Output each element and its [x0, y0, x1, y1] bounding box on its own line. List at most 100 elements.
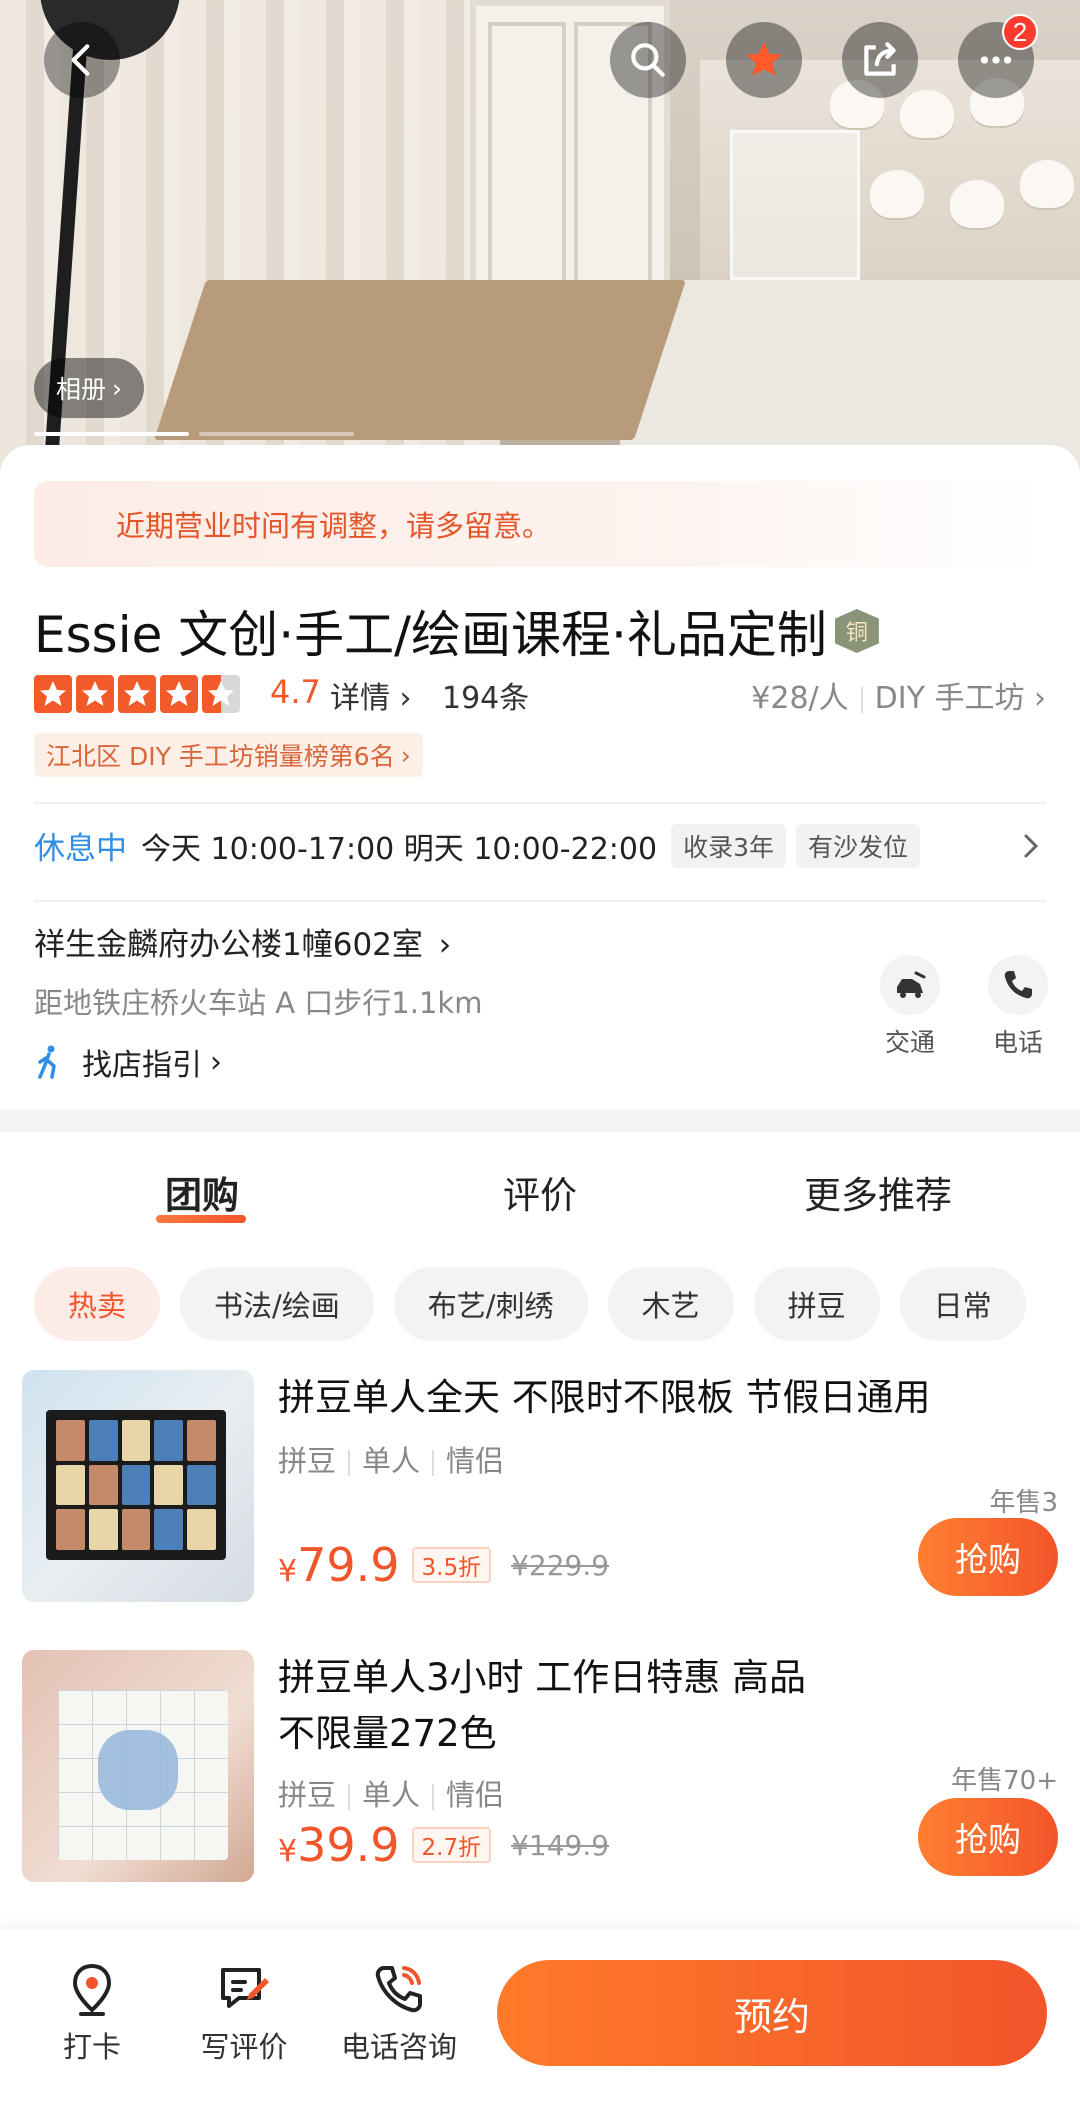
- chevron-right-icon[interactable]: [1016, 831, 1046, 861]
- transport-icon: [897, 971, 926, 998]
- deal-tag: 单人: [362, 1778, 421, 1812]
- divider: [432, 1450, 435, 1476]
- photo-plush: [1020, 160, 1074, 208]
- carousel-dot: [34, 432, 189, 436]
- photo-drawer: [730, 130, 860, 280]
- buy-button[interactable]: 抢购: [918, 1798, 1058, 1876]
- photo-plush: [870, 170, 924, 218]
- phone-icon: [375, 1966, 422, 2013]
- deal-title: 拼豆单人3小时 工作日特惠 高品不限量272色: [278, 1656, 807, 1755]
- location-pin-icon: [72, 1963, 112, 2016]
- category-chip-hot[interactable]: 热卖: [34, 1267, 161, 1341]
- notification-badge: 2: [1002, 14, 1038, 50]
- category-chips: 热卖 书法/绘画 布艺/刺绣 木艺 拼豆 日常: [34, 1267, 1080, 1343]
- tab-group-buy[interactable]: 团购: [140, 1165, 264, 1219]
- transport-label: 交通: [884, 1028, 935, 1057]
- transport-button[interactable]: [880, 955, 940, 1015]
- deal-tag: 情侣: [446, 1444, 505, 1478]
- chevron-right-icon: ›: [210, 1044, 222, 1080]
- back-button[interactable]: [44, 22, 120, 98]
- review-count[interactable]: 194条: [442, 673, 529, 717]
- write-review-label: 写评价: [200, 2030, 288, 2064]
- album-button[interactable]: 相册 ›: [34, 358, 145, 418]
- category-chip-bead[interactable]: 拼豆: [753, 1267, 880, 1341]
- category-chip-calligraphy[interactable]: 书法/绘画: [180, 1267, 374, 1341]
- phone-consult-label: 电话咨询: [340, 2030, 457, 2064]
- rating-star-icon: [34, 675, 72, 713]
- write-review-button[interactable]: 写评价: [184, 1960, 304, 2066]
- rating-detail-link[interactable]: 详情 ›: [330, 673, 412, 717]
- business-hours-row[interactable]: 休息中 今天 10:00-17:00 明天 10:00-22:00 收录3年 有…: [34, 823, 930, 868]
- divider: [34, 802, 1046, 804]
- bottom-action-bar: 打卡 写评价 电话咨询 预约: [0, 1930, 1080, 2119]
- carousel-indicator: [34, 432, 354, 436]
- chevron-right-icon: ›: [438, 927, 452, 963]
- annual-sales: 年售3: [989, 1488, 1058, 1518]
- chevron-right-icon: ›: [1034, 681, 1046, 716]
- deal-tag: 单人: [362, 1444, 421, 1478]
- tab-reviews[interactable]: 评价: [478, 1165, 602, 1219]
- album-label: 相册: [56, 375, 107, 404]
- buy-button[interactable]: 抢购: [918, 1518, 1058, 1596]
- deal-item[interactable]: 拼豆单人3小时 工作日特惠 高品不限量272色 拼豆 单人 情侣 年售70+ ¥ 3…: [0, 1650, 1080, 1890]
- store-guide-link[interactable]: 找店指引 ›: [34, 1040, 222, 1084]
- search-button[interactable]: [610, 22, 686, 98]
- phone-consult-button[interactable]: 电话咨询: [334, 1960, 464, 2066]
- deal-tags: 拼豆 单人 情侣: [278, 1772, 504, 1814]
- divider: [34, 900, 1046, 902]
- deal-price-row: ¥ 79.9 3.5折 ¥229.9: [278, 1538, 609, 1592]
- deal-tag: 拼豆: [278, 1444, 337, 1478]
- category-chip-fabric[interactable]: 布艺/刺绣: [393, 1267, 588, 1341]
- photo-table: [154, 280, 686, 440]
- photo-plush: [900, 90, 954, 138]
- deal-thumbnail: [22, 1650, 254, 1882]
- original-price: ¥229.9: [511, 1548, 610, 1582]
- open-status: 休息中: [34, 831, 127, 867]
- pegboard-image: [58, 1690, 228, 1860]
- write-review-icon: [221, 1968, 269, 2008]
- more-button[interactable]: 2: [958, 14, 1038, 98]
- deal-tags: 拼豆 单人 情侣: [278, 1438, 504, 1480]
- phone-button[interactable]: [988, 955, 1048, 1015]
- address-link[interactable]: 祥生金麟府办公楼1幢602室 ›: [34, 919, 451, 964]
- hours-text: 今天 10:00-17:00 明天 10:00-22:00: [141, 831, 658, 867]
- category-chip-daily[interactable]: 日常: [899, 1267, 1026, 1341]
- deal-item[interactable]: 拼豆单人全天 不限时不限板 节假日通用 拼豆 单人 情侣 年售3 ¥ 79.9 3.…: [0, 1370, 1080, 1610]
- phone-label: 电话: [992, 1028, 1043, 1057]
- address-text: 祥生金麟府办公楼1幢602室: [34, 927, 423, 963]
- tab-more-recommendations[interactable]: 更多推荐: [786, 1165, 970, 1219]
- checkin-label: 打卡: [62, 2030, 121, 2064]
- rating-star-icon: [202, 675, 240, 713]
- carousel-dot: [199, 432, 354, 436]
- metro-distance: 距地铁庄桥火车站 A 口步行1.1km: [34, 986, 483, 1020]
- annual-sales: 年售70+: [951, 1766, 1058, 1796]
- back-icon: [71, 44, 90, 76]
- price-category-link[interactable]: ¥28/人 DIY 手工坊 ›: [751, 673, 1046, 717]
- divider: [860, 686, 863, 713]
- info-chip: 收录3年: [671, 823, 786, 868]
- rating-star-icon: [160, 675, 198, 713]
- photo-tablecloth: [620, 280, 1080, 470]
- active-tab-indicator: [156, 1215, 246, 1223]
- phone-icon: [1004, 971, 1032, 999]
- currency-symbol: ¥: [278, 1834, 298, 1869]
- info-chip: 有沙发位: [796, 823, 921, 868]
- favorite-button[interactable]: [726, 22, 802, 98]
- currency-symbol: ¥: [278, 1554, 298, 1589]
- shop-photo-carousel[interactable]: 2 相册 ›: [0, 0, 1080, 470]
- shop-name: Essie 文创·手工/绘画课程·礼品定制: [34, 606, 827, 664]
- rating-score: 4.7: [270, 673, 321, 711]
- share-button[interactable]: [842, 22, 918, 98]
- share-icon: [864, 42, 896, 76]
- shop-category: DIY 手工坊: [874, 681, 1025, 716]
- reserve-button[interactable]: 预约: [497, 1960, 1047, 2066]
- rating-star-icon: [118, 675, 156, 713]
- category-chip-woodwork[interactable]: 木艺: [607, 1267, 734, 1341]
- checkin-button[interactable]: 打卡: [32, 1960, 152, 2066]
- rank-badge[interactable]: 江北区 DIY 手工坊销量榜第6名 ›: [34, 733, 423, 777]
- photo-frame: [46, 1410, 226, 1560]
- price-per-person: ¥28/人: [751, 681, 849, 716]
- deal-title: 拼豆单人全天 不限时不限板 节假日通用: [278, 1376, 931, 1419]
- original-price: ¥149.9: [511, 1828, 610, 1862]
- favorite-star-icon: [746, 42, 782, 76]
